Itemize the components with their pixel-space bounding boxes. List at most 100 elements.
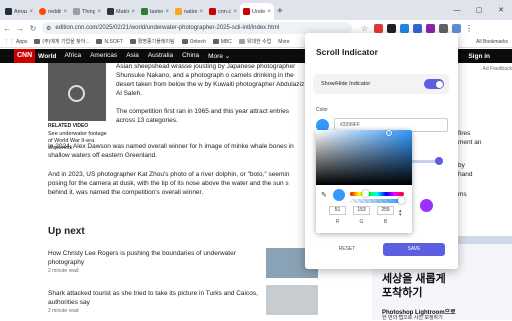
alpha-slider[interactable] [350,199,404,203]
maximize-icon[interactable]: ▢ [468,6,490,14]
bookmark-item[interactable]: N.SOFT [96,38,123,45]
bookmark-label: (주)에게 기업을 찾아... [42,39,90,45]
reload-icon[interactable]: ↻ [29,24,37,33]
story-thumbnail[interactable] [266,285,318,315]
close-tab-icon[interactable]: × [63,9,67,15]
all-bookmarks[interactable]: All Bookmarks [476,36,508,48]
story-title[interactable]: Shark attacked tourist as she tried to t… [48,289,268,307]
folder-icon [212,39,219,44]
tab-national[interactable]: national× [172,3,206,20]
page-favicon-icon [175,8,182,15]
hue-slider[interactable] [350,192,404,196]
nav-more[interactable]: More ⌄ [208,52,230,60]
ad-headline-line: 세상을 새롭게 [382,273,446,285]
nav-item[interactable]: China [182,52,199,60]
bookmark-item[interactable]: (주)에게 기업을 찾아... [34,38,89,45]
close-tab-icon[interactable]: × [165,9,169,15]
menu-kebab-icon[interactable]: ⋮ [465,24,474,33]
cnn-favicon-icon [243,8,250,15]
secondary-color-swatch[interactable] [420,199,433,212]
puzzle-icon[interactable] [439,23,448,33]
section-nav: Africa Americas Asia Australia China Mor… [64,52,230,60]
close-tab-icon[interactable]: × [29,9,33,15]
width-slider-handle[interactable] [435,157,443,165]
nav-item[interactable]: Africa [64,52,81,60]
hue-handle[interactable] [362,190,369,197]
red-input[interactable]: 51 [329,206,346,215]
show-hide-toggle[interactable] [424,79,444,89]
tab-underwater[interactable]: Underw× [240,3,274,20]
ad-headline: 세상을 새롭게포착하기 [382,272,446,300]
bookmark-apps[interactable]: ⋮⋮ Apps [4,39,27,45]
extension-icon[interactable] [426,23,435,33]
bookmark-item[interactable]: 활명종기플레이팀 [129,38,175,45]
apps-grid-icon: ⋮⋮ [4,38,14,45]
color-picker: ✎ 51 153 255 R G B ▴ ▾ [316,130,412,233]
saturation-handle[interactable] [386,130,392,136]
extension-icon[interactable] [413,23,422,33]
new-tab-button[interactable]: + [277,3,283,20]
forward-icon[interactable]: → [16,24,24,33]
bookmark-item[interactable]: Oritech [181,39,206,45]
saturation-value-area[interactable] [316,130,412,185]
blue-label: B [383,219,388,225]
folder-icon [96,39,103,44]
close-tab-icon[interactable]: × [97,9,101,15]
profile-avatar[interactable] [452,23,461,33]
extension-icon[interactable] [400,23,409,33]
ad-headline-line: 포착하기 [382,287,423,299]
extension-icon[interactable] [387,23,396,33]
story-meta: 2 minute read [48,308,79,314]
close-tab-icon[interactable]: × [199,9,203,15]
bookmark-item[interactable]: MBC [212,39,232,45]
green-input[interactable]: 153 [353,206,370,215]
tab-amazon[interactable]: Amazon.c× [2,3,36,20]
nav-item[interactable]: Americas [90,52,117,60]
bookmark-label: Apps [16,38,28,45]
tab-tasteslist[interactable]: tasteslis× [138,3,172,20]
nav-item[interactable]: Australia [148,52,173,60]
extension-icon[interactable] [374,23,383,33]
nav-item[interactable]: Asia [126,52,139,60]
format-toggle-icon[interactable]: ▴ ▾ [399,209,402,218]
close-tab-icon[interactable]: × [267,9,271,15]
url-text: edition.cnn.com/2025/02/21/world/underwa… [55,25,280,31]
related-video-label: RELATED VIDEO [48,123,89,129]
bookmark-item[interactable]: 위대한 수업 [238,38,271,45]
eyedropper-icon[interactable]: ✎ [321,191,327,199]
section-title[interactable]: World [38,53,56,60]
article-paragraph: The competition first ran in 1965 and th… [116,108,290,124]
tab-label: reddit - [48,8,62,15]
alpha-handle[interactable] [398,197,405,204]
toggle-knob [435,80,443,88]
article-paragraph: And in 2023, US photographer Kat Zhou's … [48,171,290,196]
reset-button[interactable]: RESET [317,243,377,256]
minimize-icon[interactable]: — [446,7,468,14]
story-title[interactable]: How Christy Lee Rogers is pushing the bo… [48,249,268,267]
tab-thing[interactable]: Thing w× [70,3,104,20]
save-button[interactable]: SAVE [383,243,445,256]
folder-icon [129,39,136,44]
close-tab-icon[interactable]: × [233,9,237,15]
bookmark-label: More [278,38,290,45]
blue-input[interactable]: 255 [377,206,394,215]
page-icon [238,39,245,44]
tab-strip: Amazon.c× reddit - × Thing w× Making l× … [0,0,512,20]
cnn-logo[interactable]: CNN [14,49,36,63]
tab-cnn[interactable]: cnn.com× [206,3,240,20]
tab-making[interactable]: Making l× [104,3,138,20]
bookmark-more[interactable]: More [278,39,289,45]
bookmark-star-icon[interactable]: ☆ [361,24,370,33]
related-video-thumbnail[interactable] [48,63,106,121]
reddit-favicon-icon [39,8,46,15]
bookmark-label: N.SOFT [104,38,123,45]
article-paragraph: In 2024, Alex Dawson was named overall w… [48,143,294,159]
site-info-icon[interactable]: ⚙ [46,25,51,32]
address-bar[interactable]: ⚙ edition.cnn.com/2025/02/21/world/under… [42,22,352,34]
tab-reddit[interactable]: reddit - × [36,3,70,20]
close-tab-icon[interactable]: × [131,9,135,15]
sign-in-link[interactable]: Sign in [468,53,490,60]
ad-feedback[interactable]: Ad Feedback [483,66,512,72]
back-icon[interactable]: ← [3,24,11,33]
close-window-icon[interactable]: ✕ [490,6,512,14]
